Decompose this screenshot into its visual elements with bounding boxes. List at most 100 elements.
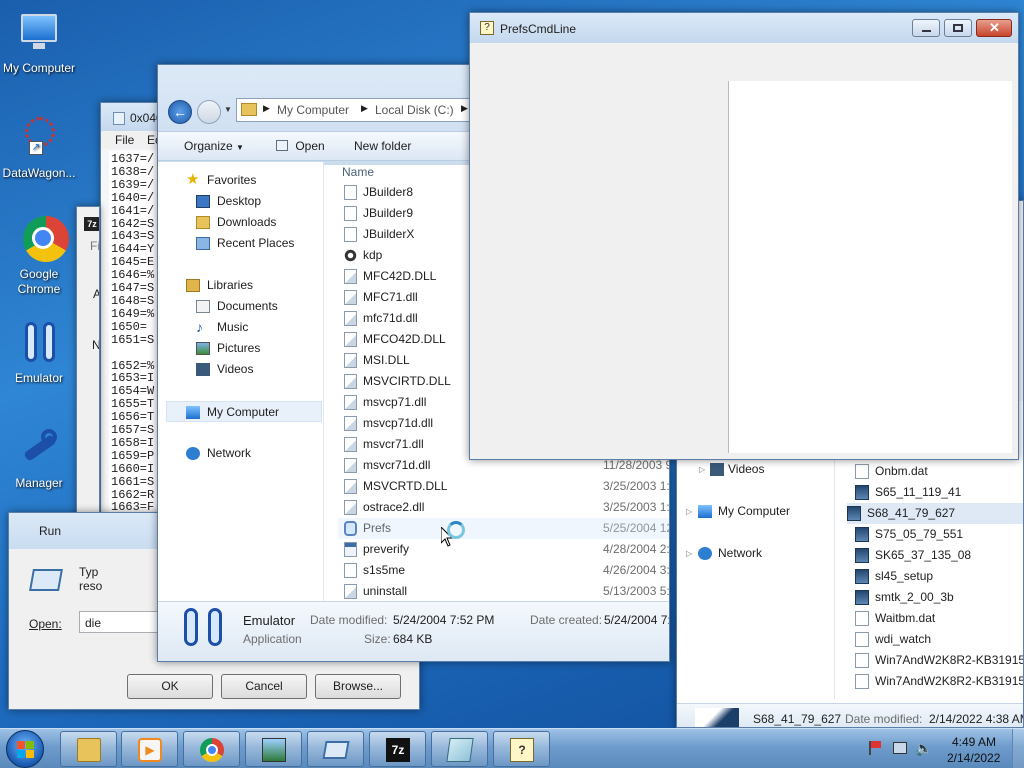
file-icon bbox=[344, 206, 357, 221]
nav-libraries[interactable]: Libraries bbox=[158, 275, 316, 296]
dll-file-icon bbox=[344, 584, 357, 599]
file-icon bbox=[344, 563, 357, 578]
file-row[interactable]: s1s5me 4/26/2004 3: bbox=[338, 560, 669, 581]
explorer2-nav-pane: ▷ Videos ▷ My Computer ▷ Network bbox=[677, 459, 835, 699]
file-icon bbox=[855, 548, 869, 563]
computer-icon bbox=[698, 505, 712, 518]
nav-network-2[interactable]: ▷ Network bbox=[677, 543, 835, 564]
close-button[interactable]: ✕ bbox=[976, 19, 1012, 37]
column-header-name[interactable]: Name bbox=[342, 165, 374, 181]
file-row[interactable]: uninstall 5/13/2003 5: bbox=[338, 581, 670, 602]
nav-network[interactable]: Network bbox=[158, 443, 316, 464]
notepad-icon bbox=[446, 738, 474, 762]
nav-music[interactable]: ♪ Music bbox=[158, 317, 316, 338]
start-button[interactable] bbox=[6, 730, 44, 768]
sevenzip-menu-file[interactable]: Fi bbox=[90, 239, 99, 253]
file-date: 5/13/2003 5: bbox=[603, 584, 670, 598]
file-name: MFC71.dll bbox=[363, 290, 418, 304]
chrome-icon bbox=[15, 216, 69, 264]
desktop-icon-manager[interactable]: Manager bbox=[0, 425, 78, 491]
explorer2-details-pane: S68_41_79_627 Date modified: 2/14/2022 4… bbox=[677, 703, 1023, 727]
sevenzip-window[interactable]: 7z Fi A N bbox=[76, 206, 100, 526]
file-row[interactable]: ostrace2.dll 3/25/2003 1: bbox=[338, 497, 670, 518]
nav-videos-2[interactable]: ▷ Videos bbox=[677, 459, 835, 480]
wrench-icon bbox=[15, 425, 63, 473]
navigation-pane: ★ Favorites Desktop Downloads Recent Pla… bbox=[158, 162, 324, 602]
tray-network-icon[interactable] bbox=[893, 742, 907, 754]
file-name: wdi_watch bbox=[875, 632, 932, 646]
file-name: Onbm.dat bbox=[875, 464, 928, 478]
file-row[interactable]: Prefs 5/25/2004 12 bbox=[338, 518, 669, 539]
file-row[interactable]: MSVCRTD.DLL 3/25/2003 1: bbox=[338, 476, 669, 497]
maximize-button[interactable] bbox=[944, 19, 972, 37]
cancel-button[interactable]: Cancel bbox=[221, 674, 307, 699]
forward-button[interactable] bbox=[197, 100, 221, 124]
clock-time[interactable]: 4:49 AM bbox=[952, 735, 996, 749]
menu-file[interactable]: File bbox=[115, 133, 134, 147]
nav-my-computer[interactable]: My Computer bbox=[166, 401, 322, 422]
file-date: 3/25/2003 1: bbox=[603, 500, 670, 514]
file-name: JBuilder8 bbox=[363, 185, 414, 199]
breadcrumb-my-computer[interactable]: My Computer bbox=[277, 103, 349, 117]
nav-downloads[interactable]: Downloads bbox=[158, 212, 316, 233]
nav-my-computer-2[interactable]: ▷ My Computer bbox=[677, 501, 835, 522]
back-button[interactable]: ← bbox=[168, 100, 192, 124]
file-name: MFCO42D.DLL bbox=[363, 332, 446, 346]
nav-label: Documents bbox=[217, 299, 278, 313]
taskbar-prefs-button[interactable]: ? bbox=[493, 731, 550, 767]
nav-label: Downloads bbox=[217, 215, 277, 229]
dll-file-icon bbox=[344, 416, 357, 431]
new-folder-button[interactable]: New folder bbox=[354, 139, 411, 153]
file-icon bbox=[855, 611, 869, 626]
clock-date[interactable]: 2/14/2022 bbox=[947, 751, 1000, 765]
nav-videos[interactable]: Videos bbox=[158, 359, 316, 380]
minimize-button[interactable] bbox=[912, 19, 940, 37]
nav-documents[interactable]: Documents bbox=[158, 296, 316, 317]
taskbar-media-player-button[interactable]: ▶ bbox=[121, 731, 178, 767]
browse-button[interactable]: Browse... bbox=[315, 674, 401, 699]
file-icon bbox=[344, 227, 357, 242]
taskbar-notepad-button[interactable] bbox=[431, 731, 488, 767]
desktop-icon-google-chrome[interactable]: Google Chrome bbox=[0, 216, 78, 297]
desktop-icon-datawagon[interactable]: ↗ DataWagon... bbox=[0, 115, 78, 181]
breadcrumb-separator-icon: ▶ bbox=[263, 103, 270, 113]
prefs-cmdline-window[interactable]: ? PrefsCmdLine ✕ bbox=[469, 12, 1019, 460]
taskbar-run-button[interactable] bbox=[307, 731, 364, 767]
notepad-icon bbox=[113, 112, 125, 125]
nav-desktop[interactable]: Desktop bbox=[158, 191, 316, 212]
file-row[interactable]: S68_41_79_627 bbox=[847, 503, 1023, 524]
dll-file-icon bbox=[344, 500, 357, 515]
image-viewer-icon bbox=[262, 738, 286, 762]
file-row[interactable]: preverify 4/28/2004 2: bbox=[338, 539, 669, 560]
nav-label: My Computer bbox=[207, 405, 280, 419]
desktop-icon-my-computer[interactable]: My Computer bbox=[0, 10, 78, 76]
nav-pictures[interactable]: Pictures bbox=[158, 338, 316, 359]
organize-button[interactable]: Organize ▼ bbox=[184, 139, 244, 153]
sevenzip-menu-add[interactable]: A bbox=[93, 287, 99, 301]
file-name: ostrace2.dll bbox=[363, 500, 425, 514]
breadcrumb-local-disk[interactable]: Local Disk (C:) bbox=[375, 103, 454, 117]
taskbar-image-viewer-button[interactable] bbox=[245, 731, 302, 767]
expand-arrow-icon: ▷ bbox=[686, 549, 693, 558]
file-icon bbox=[847, 506, 861, 521]
prefs-titlebar[interactable]: ? PrefsCmdLine ✕ bbox=[470, 13, 1018, 43]
desktop-icon-label: My Computer bbox=[2, 61, 76, 75]
show-desktop-button[interactable] bbox=[1012, 729, 1024, 768]
nav-favorites[interactable]: ★ Favorites bbox=[158, 170, 316, 191]
nav-recent-places[interactable]: Recent Places bbox=[158, 233, 316, 254]
details-type: Application bbox=[243, 632, 302, 646]
history-dropdown-icon[interactable]: ▼ bbox=[224, 105, 232, 114]
taskbar-7zip-button[interactable]: 7z bbox=[369, 731, 426, 767]
tray-volume-icon[interactable]: 🔈 bbox=[915, 740, 932, 757]
dll-file-icon bbox=[344, 458, 357, 473]
nav-label: Recent Places bbox=[217, 236, 295, 250]
file-name: kdp bbox=[363, 248, 383, 262]
taskbar-explorer-button[interactable] bbox=[60, 731, 117, 767]
downloads-icon bbox=[196, 216, 210, 229]
desktop-icon-emulator[interactable]: Emulator bbox=[0, 320, 78, 386]
ok-button[interactable]: OK bbox=[127, 674, 213, 699]
open-button[interactable]: Open bbox=[276, 139, 325, 153]
tray-flag-icon[interactable] bbox=[869, 741, 883, 755]
taskbar-chrome-button[interactable] bbox=[183, 731, 240, 767]
file-icon bbox=[855, 485, 869, 500]
